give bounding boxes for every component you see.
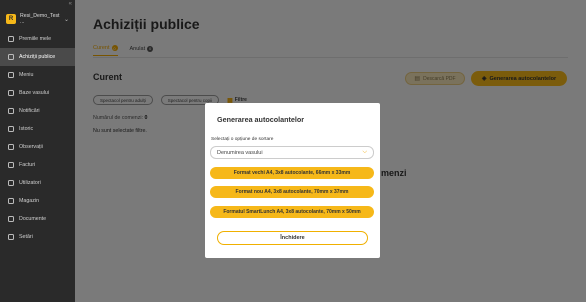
menu-icon — [8, 72, 14, 78]
gear-icon — [8, 234, 14, 240]
sort-select[interactable]: Denumirea vasului ⌵ — [210, 146, 374, 159]
shop-icon — [8, 198, 14, 204]
history-icon — [8, 126, 14, 132]
sidebar-item-label: Notificări — [19, 108, 40, 114]
sort-label: Selectați o opțiune de sortare — [211, 137, 274, 142]
pot-icon — [8, 90, 14, 96]
sidebar-item-setari[interactable]: Setări — [0, 228, 75, 246]
sidebar-item-label: Istoric — [19, 126, 34, 132]
account-name: Resi_Demo_Test ... — [20, 13, 60, 25]
sidebar-item-observatii[interactable]: Observații — [0, 138, 75, 156]
sidebar-item-label: Utilizatori — [19, 180, 41, 186]
document-icon — [8, 216, 14, 222]
format-smartlunch-button[interactable]: Formatul SmartLunch A4, 3x8 autocolante,… — [210, 206, 374, 218]
account-switcher[interactable]: R Resi_Demo_Test ... ⌄ — [6, 11, 72, 27]
sidebar-item-achizitii[interactable]: Achiziții publice — [0, 48, 75, 66]
sidebar-item-utilizatori[interactable]: Utilizatori — [0, 174, 75, 192]
sidebar-item-label: Setări — [19, 234, 33, 240]
sidebar: « R Resi_Demo_Test ... ⌄ Premiile mele A… — [0, 0, 75, 302]
brand-logo: R — [6, 14, 16, 24]
bell-icon — [8, 108, 14, 114]
sidebar-item-label: Achiziții publice — [19, 54, 56, 60]
collapse-sidebar-icon[interactable]: « — [69, 1, 72, 7]
sidebar-item-label: Meniu — [19, 72, 34, 78]
sidebar-item-label: Documente — [19, 216, 47, 222]
users-icon — [8, 180, 14, 186]
award-icon — [8, 36, 14, 42]
modal-title: Generarea autocolantelor — [217, 115, 305, 124]
sidebar-item-meniu[interactable]: Meniu — [0, 66, 75, 84]
sidebar-item-premiile[interactable]: Premiile mele — [0, 30, 75, 48]
sidebar-item-magazin[interactable]: Magazin — [0, 192, 75, 210]
sort-select-value: Denumirea vasului — [217, 149, 263, 156]
sidebar-item-istoric[interactable]: Istoric — [0, 120, 75, 138]
invoice-icon — [8, 162, 14, 168]
sidebar-item-baze[interactable]: Baze vasului — [0, 84, 75, 102]
chevron-down-icon: ⌄ — [64, 16, 70, 23]
sidebar-item-label: Magazin — [19, 198, 40, 204]
generate-stickers-modal: Generarea autocolantelor Selectați o opț… — [205, 103, 380, 258]
sidebar-item-documente[interactable]: Documente — [0, 210, 75, 228]
sidebar-item-notificari[interactable]: Notificări — [0, 102, 75, 120]
sidebar-item-label: Observații — [19, 144, 43, 150]
sidebar-item-label: Premiile mele — [19, 36, 52, 42]
format-new-a4-button[interactable]: Format nou A4, 3x8 autocolante, 70mm x 3… — [210, 186, 374, 198]
star-icon — [8, 144, 14, 150]
sidebar-nav: Premiile mele Achiziții publice Meniu Ba… — [0, 30, 75, 246]
close-button[interactable]: Închidere — [217, 231, 368, 245]
sidebar-item-label: Baze vasului — [19, 90, 50, 96]
chevron-down-icon: ⌵ — [362, 149, 367, 155]
sidebar-item-facturi[interactable]: Facturi — [0, 156, 75, 174]
sidebar-item-label: Facturi — [19, 162, 36, 168]
cart-icon — [8, 54, 14, 60]
format-old-a4-button[interactable]: Format vechi A4, 3x8 autocolante, 66mm x… — [210, 167, 374, 179]
